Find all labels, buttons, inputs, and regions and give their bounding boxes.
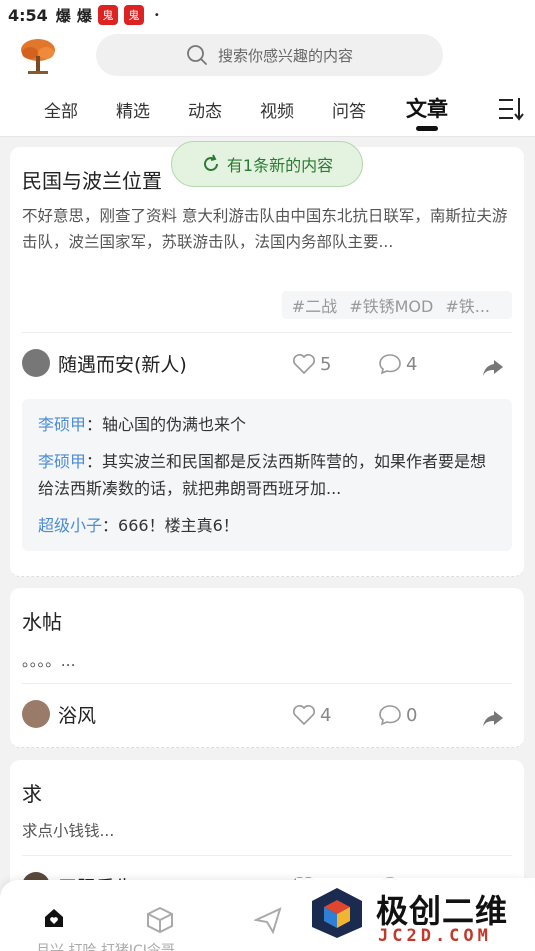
nav-home-icon[interactable]	[42, 906, 66, 934]
tag[interactable]: #铁...	[445, 293, 490, 317]
comment-count[interactable]: 0	[378, 704, 417, 726]
heart-icon	[293, 354, 315, 375]
author-name[interactable]: 浴风	[58, 701, 96, 728]
comment-item: 李硕甲：其实波兰和民国都是反法西斯阵营的，如果作者要是想给法西斯凑数的话，就把弗…	[38, 452, 487, 498]
tab-activity[interactable]: 动态	[188, 97, 222, 122]
post-card[interactable]: 民国与波兰位置 不好意思，刚查了资料 意大利游击队由中国东北抗日联军，南斯拉夫游…	[10, 147, 524, 577]
post-title: 民国与波兰位置	[22, 169, 162, 193]
heart-icon	[293, 705, 315, 726]
toast-text: 有1条新的内容	[226, 156, 334, 175]
bottom-hint-text: 月兴 打哈 打猪ICI令哥	[36, 943, 175, 951]
cube-logo-icon	[310, 886, 364, 944]
like-count[interactable]: 5	[292, 353, 331, 375]
divider	[22, 332, 512, 333]
tab-all[interactable]: 全部	[44, 97, 78, 122]
comment-preview[interactable]: 李硕甲：轴心国的伪满也来个 李硕甲：其实波兰和民国都是反法西斯阵营的，如果作者要…	[22, 399, 512, 551]
search-placeholder: 搜索你感兴趣的内容	[217, 46, 353, 65]
post-excerpt: 。。。。...	[22, 652, 76, 670]
post-tags: #二战 #铁锈MOD #铁...	[281, 291, 512, 319]
post-title: 水帖	[22, 610, 62, 634]
menu-sort-icon[interactable]	[497, 96, 525, 126]
status-bar: 4:54 爆 爆 鬼 鬼 •	[0, 0, 535, 30]
tab-articles[interactable]: 文章	[406, 93, 448, 131]
avatar[interactable]	[22, 700, 50, 728]
comment-icon	[379, 705, 401, 726]
watermark-subtitle: JC2D.COM	[378, 926, 492, 946]
category-tabs: 全部 精选 动态 视频 问答 文章	[0, 85, 535, 137]
status-icon: 爆	[55, 6, 71, 25]
tab-video[interactable]: 视频	[260, 97, 294, 122]
comment-count[interactable]: 4	[378, 353, 417, 375]
post-excerpt: 不好意思，刚查了资料 意大利游击队由中国东北抗日联军，南斯拉夫游击队，波兰国家军…	[22, 207, 508, 251]
nav-box-icon[interactable]	[146, 906, 174, 938]
search-bar[interactable]: 搜索你感兴趣的内容	[96, 34, 443, 76]
status-dot: •	[153, 9, 160, 21]
commenter-name[interactable]: 超级小子	[38, 516, 102, 535]
author-name[interactable]: 随遇而安(新人)	[58, 350, 187, 377]
comment-item: 李硕甲：轴心国的伪满也来个	[38, 415, 247, 434]
app-logo[interactable]	[16, 34, 60, 78]
new-content-toast[interactable]: 有1条新的内容	[171, 141, 363, 187]
watermark: 极创二维 JC2D.COM	[296, 878, 535, 951]
notification-badge: 鬼	[123, 5, 144, 25]
like-count[interactable]: 4	[292, 704, 331, 726]
nav-send-icon[interactable]	[252, 906, 282, 938]
commenter-name[interactable]: 李硕甲	[38, 415, 86, 434]
refresh-icon	[203, 154, 218, 171]
commenter-name[interactable]: 李硕甲	[38, 452, 86, 471]
post-card[interactable]: 水帖 。。。。... 浴风 4 0	[10, 588, 524, 748]
post-excerpt: 求点小钱钱...	[22, 822, 115, 840]
post-author[interactable]: 浴风	[22, 700, 96, 728]
share-icon[interactable]	[482, 710, 504, 732]
tree-logo-icon	[16, 34, 60, 78]
search-icon	[187, 45, 207, 65]
divider	[22, 855, 512, 856]
status-time: 4:54	[8, 5, 48, 25]
post-author[interactable]: 随遇而安(新人)	[22, 349, 187, 377]
share-icon[interactable]	[482, 359, 504, 381]
app-header: 搜索你感兴趣的内容	[0, 30, 535, 85]
tag[interactable]: #铁锈MOD	[349, 293, 433, 317]
comment-item: 超级小子：666！楼主真6！	[38, 516, 239, 535]
post-title: 求	[22, 782, 42, 806]
comment-icon	[379, 354, 401, 375]
notification-badge: 鬼	[97, 5, 118, 25]
tab-featured[interactable]: 精选	[116, 97, 150, 122]
tag[interactable]: #二战	[292, 293, 337, 317]
status-icon: 爆	[76, 6, 92, 25]
divider	[22, 683, 512, 684]
tab-qa[interactable]: 问答	[332, 97, 366, 122]
avatar[interactable]	[22, 349, 50, 377]
